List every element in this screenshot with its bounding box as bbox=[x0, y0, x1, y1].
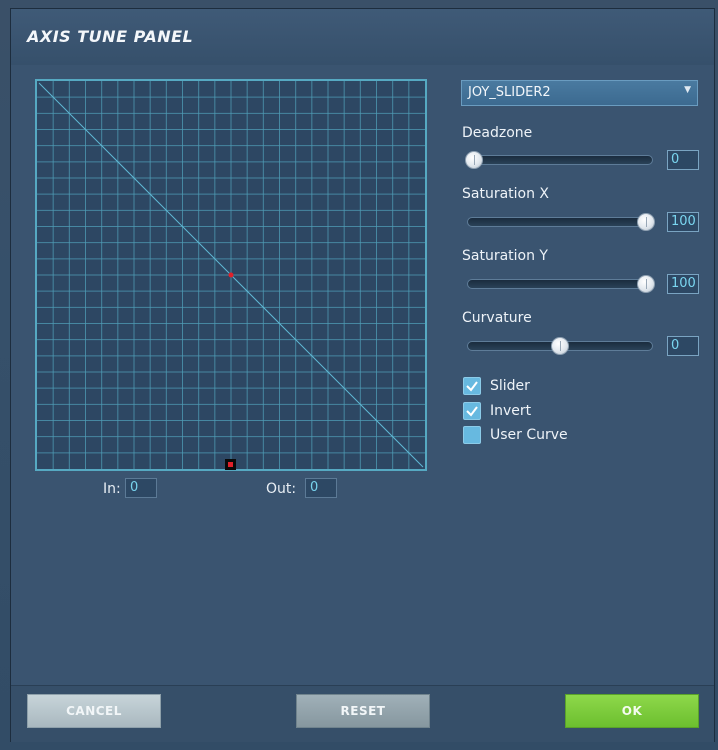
user-curve-checkbox-label: User Curve bbox=[490, 427, 568, 443]
saturation-y-slider-thumb[interactable] bbox=[637, 275, 655, 293]
input-marker-dot bbox=[228, 462, 233, 467]
axis-tune-dialog: AXIS TUNE PANEL In: 0 Out: 0 JOY_SLIDER2… bbox=[10, 8, 715, 742]
dialog-title: AXIS TUNE PANEL bbox=[27, 27, 194, 46]
in-value-field[interactable]: 0 bbox=[125, 478, 157, 498]
deadzone-value-field[interactable]: 0 bbox=[667, 150, 699, 170]
checkmark-icon bbox=[466, 406, 478, 417]
reset-button[interactable]: RESET bbox=[296, 694, 430, 728]
saturation-y-label: Saturation Y bbox=[462, 248, 548, 264]
in-label: In: bbox=[103, 481, 121, 497]
out-value-field[interactable]: 0 bbox=[305, 478, 337, 498]
invert-checkbox[interactable] bbox=[463, 402, 481, 420]
chevron-down-icon: ▼ bbox=[684, 85, 691, 95]
saturation-x-slider-thumb[interactable] bbox=[637, 213, 655, 231]
saturation-x-label: Saturation X bbox=[462, 186, 550, 202]
curve-grid-svg bbox=[37, 81, 425, 469]
saturation-y-slider-track[interactable] bbox=[467, 279, 653, 289]
user-curve-checkbox[interactable] bbox=[463, 426, 481, 444]
title-bar: AXIS TUNE PANEL bbox=[11, 9, 714, 66]
cancel-button[interactable]: CANCEL bbox=[27, 694, 161, 728]
saturation-x-value-field[interactable]: 100 bbox=[667, 212, 699, 232]
deadzone-slider-thumb[interactable] bbox=[465, 151, 483, 169]
response-curve-graph[interactable] bbox=[35, 79, 427, 471]
slider-checkbox-label: Slider bbox=[490, 378, 530, 394]
deadzone-label: Deadzone bbox=[462, 125, 533, 141]
axis-select-value: JOY_SLIDER2 bbox=[468, 85, 551, 100]
ok-button[interactable]: OK bbox=[565, 694, 699, 728]
deadzone-slider-track[interactable] bbox=[467, 155, 653, 165]
invert-checkbox-label: Invert bbox=[490, 403, 532, 419]
out-label: Out: bbox=[266, 481, 297, 497]
curvature-slider-thumb[interactable] bbox=[551, 337, 569, 355]
axis-select-dropdown[interactable]: JOY_SLIDER2 ▼ bbox=[461, 80, 698, 106]
saturation-y-value-field[interactable]: 100 bbox=[667, 274, 699, 294]
saturation-x-slider-track[interactable] bbox=[467, 217, 653, 227]
current-position-point bbox=[228, 272, 234, 278]
checkmark-icon bbox=[466, 381, 478, 392]
slider-checkbox[interactable] bbox=[463, 377, 481, 395]
curvature-value-field[interactable]: 0 bbox=[667, 336, 699, 356]
input-marker-handle[interactable] bbox=[225, 459, 236, 470]
curvature-label: Curvature bbox=[462, 310, 532, 326]
